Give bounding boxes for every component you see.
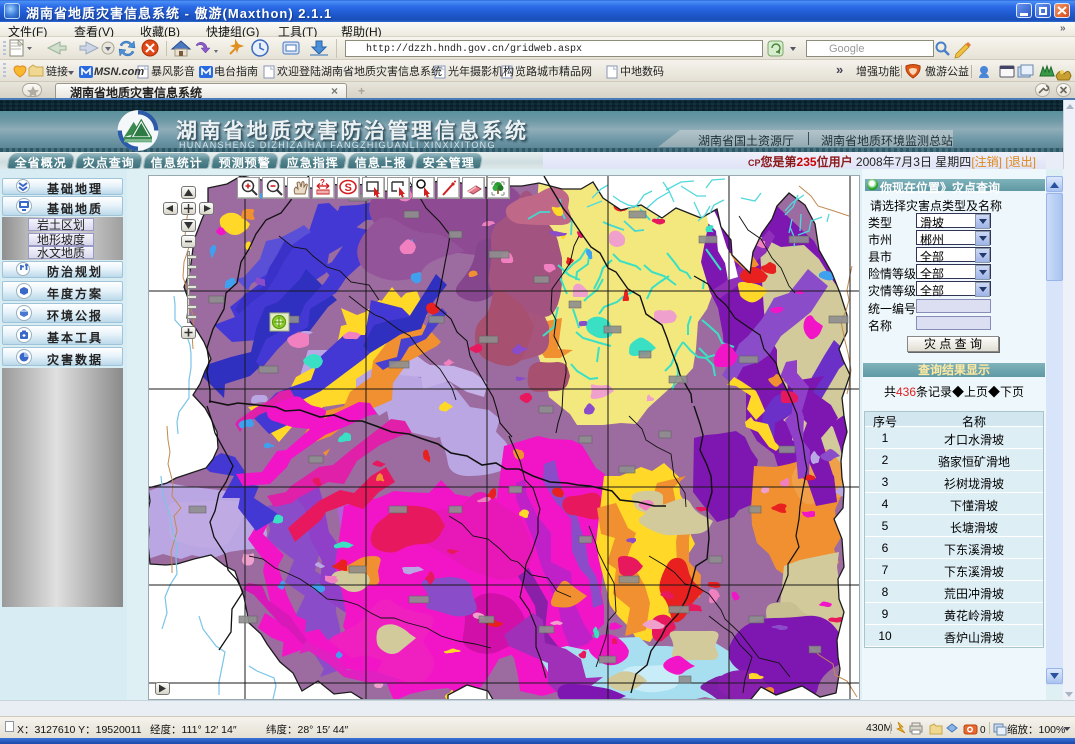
svg-text:暴风影音: 暴风影音 (151, 64, 195, 78)
svg-text:链接: 链接 (46, 64, 68, 78)
svg-text:中地数码: 中地数码 (620, 65, 664, 78)
svg-text:增强功能: 增强功能 (856, 64, 900, 78)
svg-text:MSN.com: MSN.com (94, 66, 144, 78)
svg-text:»: » (836, 62, 843, 77)
svg-text:光年摄影机构: 光年摄影机构 (448, 64, 514, 78)
svg-text:S: S (345, 182, 352, 194)
svg-text:?: ? (320, 178, 325, 187)
svg-text:览路城市精品网: 览路城市精品网 (515, 64, 592, 78)
svg-text:电台指南: 电台指南 (214, 64, 258, 78)
svg-text:欢迎登陆湖南省地质灾害信息系统: 欢迎登陆湖南省地质灾害信息系统 (277, 64, 442, 78)
svg-text:0: 0 (980, 725, 986, 736)
svg-text:傲游公益: 傲游公益 (925, 64, 969, 78)
